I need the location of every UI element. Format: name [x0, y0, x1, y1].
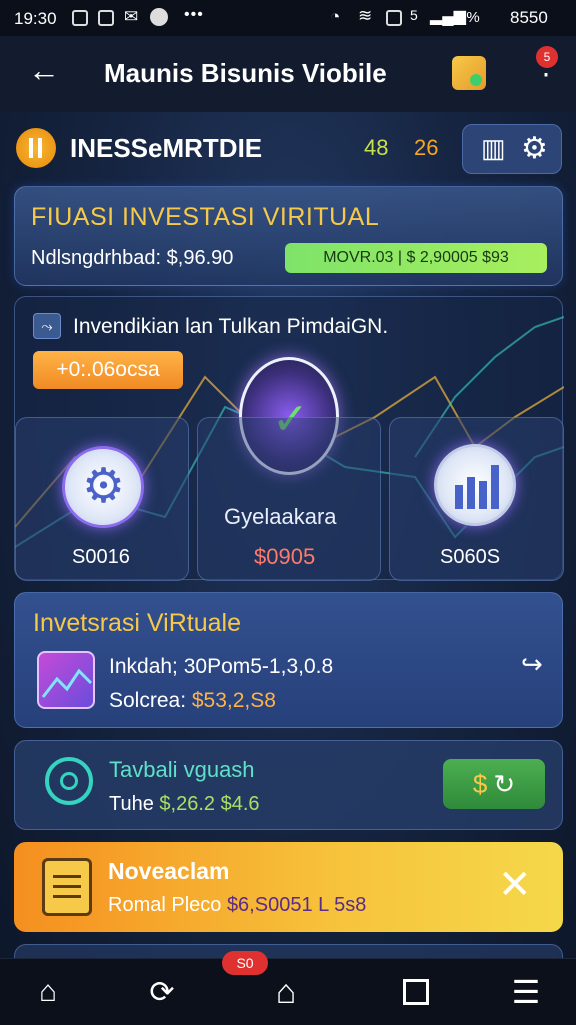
square-icon [403, 979, 429, 1005]
virtual-card-line1: Inkdah; 30Pom5-1,3,0.8 [109, 655, 334, 678]
gear-glyph: ⚙ [82, 460, 126, 513]
email-notif-icon: ✉ [124, 7, 139, 26]
app-bar: ← Maunis Bisunis Viobile ⋮ 5 [0, 36, 576, 112]
chat-notif-icon [150, 8, 168, 26]
tavbali-prefix: Tuhe [109, 793, 160, 815]
wallet-status-dot [470, 74, 482, 86]
nav-menu[interactable]: ☰ [478, 959, 574, 1025]
app-notif-icon [72, 10, 88, 26]
stat-card-2-label: Gyelaakara [224, 504, 337, 529]
wifi-icon: ≋ [358, 6, 373, 25]
stat-card-3[interactable]: S060S [389, 417, 564, 581]
app-title: Maunis Bisunis Viobile [104, 58, 387, 88]
close-x-icon[interactable]: ✕ [498, 862, 532, 908]
battery-percent: 5% [458, 9, 480, 26]
line2-prefix: Solcrea: [109, 689, 192, 712]
virtual-card-line2: Solcrea: $53,2,S8 [109, 689, 276, 713]
notice-card[interactable]: Noveaclam Romal Pleco $6,S0051 L 5s8 ✕ [14, 842, 563, 932]
wallet-icon[interactable] [452, 56, 486, 90]
bottom-navigation: ⌂ ⟳ ⌂ ☰ S0 [0, 951, 576, 1025]
notification-badge: 5 [536, 46, 558, 68]
stat-card-1-value: S0016 [72, 546, 130, 568]
target-icon [45, 757, 93, 805]
section-title: Invendikian lan Tulkan PimdaiGN. [73, 315, 389, 338]
stat-card-1[interactable]: ⚙ S0016 [15, 417, 189, 581]
timer-badge[interactable]: +0:.06ocsa [33, 351, 183, 389]
image-notif-icon [98, 10, 114, 26]
settings-gear-icon[interactable]: ⚙ [521, 131, 548, 166]
stat-card-2[interactable]: Gyelaakara $0905 [197, 417, 381, 581]
landscape-image-icon [37, 651, 95, 709]
investment-section: ⤳ Invendikian lan Tulkan PimdaiGN. +0:.0… [14, 296, 564, 581]
notice-prefix: Romal Pleco [108, 894, 227, 916]
header-row: INESSeMRTDIE 48 26 ▥ ⚙ [16, 124, 562, 174]
gear-icon: ⚙ [62, 446, 144, 528]
count-b: 26 [414, 135, 439, 160]
status-time: 19:30 [14, 9, 57, 28]
nav-refresh[interactable]: ⟳ [114, 959, 210, 1025]
arrow-right-icon[interactable]: ↪ [521, 649, 543, 680]
home-outline-icon: ⌂ [38, 975, 58, 1008]
status-bar: 19:30 ✉ ••• ◔ ≋ 5 ▂▄▆ 5% 8550 [0, 0, 576, 36]
count-a: 48 [364, 135, 389, 160]
banner-title: FIUASI INVESTASI VIRITUAL [31, 203, 380, 231]
tavbali-line: Tuhe $,26.2 $4.6 [109, 793, 260, 816]
tavbali-value: $,26.2 $4.6 [159, 793, 260, 815]
back-arrow-icon[interactable]: ← [28, 52, 60, 89]
home-icon: ⌂ [275, 972, 297, 1011]
bar-chart-icon [434, 444, 516, 526]
refresh-nav-icon: ⟳ [149, 975, 175, 1009]
banner-pill[interactable]: MOVR.03 | $ 2,90005 $93 [285, 243, 547, 273]
line2-value: $53,2,S8 [191, 689, 276, 712]
alarm-icon: ◔ [330, 7, 341, 26]
chart-small-icon: ⤳ [33, 313, 61, 339]
brand-logo-icon [16, 128, 56, 168]
virtual-card-title: Invetsrasi ViRtuale [33, 609, 241, 637]
clipboard-icon [42, 858, 92, 916]
stat-card-2-value: $0905 [254, 544, 316, 569]
bank-icon[interactable]: ▥ [481, 133, 506, 164]
notice-value: $6,S0051 L 5s8 [226, 894, 367, 916]
menu-icon: ☰ [511, 974, 541, 1010]
vibrate-icon [386, 10, 402, 26]
notice-line: Romal Pleco $6,S0051 L 5s8 [108, 894, 366, 917]
nav-badge: S0 [222, 951, 268, 975]
dollar-icon: $ [472, 768, 488, 799]
nav-home-outline[interactable]: ⌂ [0, 959, 96, 1025]
header-actions: ▥ ⚙ [462, 124, 562, 174]
notice-title: Noveaclam [108, 858, 230, 884]
refresh-icon: ↻ [493, 768, 516, 799]
exchange-button[interactable]: $ ↻ [443, 759, 545, 809]
tavbali-card[interactable]: Tavbali vguash Tuhe $,26.2 $4.6 $ ↻ [14, 740, 563, 830]
virtual-investment-card[interactable]: Invetsrasi ViRtuale Inkdah; 30Pom5-1,3,0… [14, 592, 563, 728]
network-type: 5 [410, 7, 418, 23]
more-notifs-icon: ••• [184, 6, 204, 23]
brand-name: INESSeMRTDIE [70, 133, 263, 163]
stat-card-3-value: S060S [440, 546, 501, 568]
banner-balance: Ndlsngdrhbad: $,96.90 [31, 247, 234, 269]
tavbali-title: Tavbali vguash [109, 757, 255, 782]
nav-recents[interactable] [368, 959, 464, 1025]
investment-banner: FIUASI INVESTASI VIRITUAL Ndlsngdrhbad: … [14, 186, 563, 286]
status-clock: 8550 [510, 8, 548, 27]
